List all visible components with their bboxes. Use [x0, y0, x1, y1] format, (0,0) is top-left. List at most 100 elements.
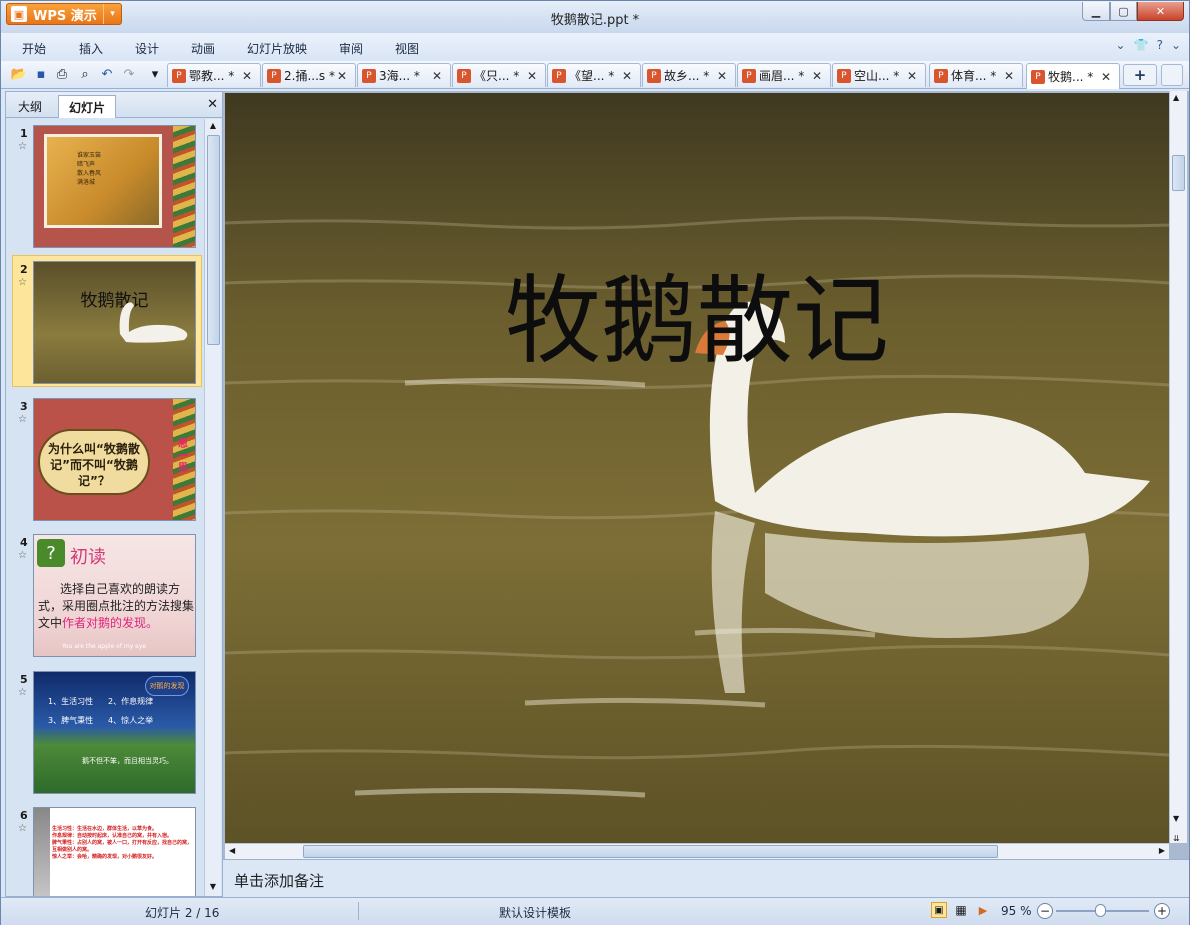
close-tab-icon[interactable]: ✕ — [432, 69, 446, 83]
redo-icon[interactable]: ↷ — [121, 66, 137, 82]
scroll-up-icon[interactable]: ▲ — [1173, 93, 1179, 102]
slide-number: 1 — [20, 127, 28, 140]
thumb-item: 4、惊人之举 — [108, 716, 154, 725]
collapse-ribbon-icon[interactable]: ⌄ — [1116, 38, 1126, 52]
notes-placeholder[interactable]: 单击添加备注 — [234, 870, 324, 891]
ppt-file-icon: P — [1031, 69, 1045, 84]
next-slide-icon[interactable]: ⇊ — [1173, 834, 1180, 843]
doc-tab-label: 故乡... — [664, 69, 700, 83]
modified-mark: * — [228, 69, 235, 83]
doc-tab-8[interactable]: P 空山... * ✕ — [832, 63, 926, 87]
vertical-scrollbar[interactable]: ▲ ▼ ⇊ — [1169, 91, 1187, 843]
zoom-slider-knob[interactable] — [1095, 904, 1106, 917]
close-tab-icon[interactable]: ✕ — [1004, 69, 1018, 83]
tab-slides[interactable]: 幻灯片 — [58, 95, 117, 118]
slide-number: 6 — [20, 809, 28, 822]
doc-tab-3[interactable]: P 3海... * ✕ — [357, 63, 451, 87]
thought-bubble-text: 为什么叫“牧鹅散记”而不叫“牧鹅记”？ — [38, 429, 150, 495]
help-icon[interactable]: ? — [1157, 38, 1163, 52]
doc-tab-label: 牧鹅... — [1048, 70, 1084, 84]
slideshow-icon[interactable]: ▶ — [975, 902, 991, 918]
slide-number: 3 — [20, 400, 28, 413]
transition-star-icon: ☆ — [18, 550, 27, 561]
zoom-in-button[interactable]: + — [1154, 903, 1170, 919]
minimize-button[interactable]: ▁ — [1082, 2, 1110, 21]
modified-mark: * — [798, 69, 805, 83]
zoom-out-button[interactable]: − — [1037, 903, 1053, 919]
print-icon[interactable]: ⎙ — [54, 66, 70, 82]
scroll-thumb[interactable] — [1172, 155, 1185, 191]
scroll-thumb[interactable] — [303, 845, 998, 858]
ppt-file-icon: P — [742, 68, 756, 83]
open-icon[interactable]: 📂 — [11, 66, 27, 82]
close-tab-icon[interactable]: ✕ — [812, 69, 826, 83]
ribbon-toggle-icon[interactable]: ⌄ — [1171, 38, 1181, 52]
doc-tab-2[interactable]: P 2.捅...s * ✕ — [262, 63, 356, 87]
status-bar: 幻灯片 2 / 16 默认设计模板 ▣ ▦ ▶ 95 % − + — [1, 897, 1189, 925]
new-tab-button[interactable]: + — [1123, 64, 1157, 86]
close-tab-icon[interactable]: ✕ — [527, 69, 541, 83]
undo-icon[interactable]: ↶ — [99, 66, 115, 82]
slide-indicator: 幻灯片 2 / 16 — [145, 906, 220, 920]
doc-tab-1[interactable]: P 鄂教... * ✕ — [167, 63, 261, 87]
scroll-thumb[interactable] — [207, 135, 220, 345]
template-name: 默认设计模板 — [499, 906, 572, 920]
doc-tab-10-active[interactable]: P 牧鹅... * ✕ — [1026, 63, 1120, 89]
doc-tab-4[interactable]: P 《只... * ✕ — [452, 63, 546, 87]
menu-review[interactable]: 审阅 — [339, 40, 363, 57]
menu-animation[interactable]: 动画 — [191, 40, 215, 57]
thumb-side-image — [34, 808, 50, 896]
doc-tab-6[interactable]: P 故乡... * ✕ — [642, 63, 736, 87]
close-tab-icon[interactable]: ✕ — [907, 69, 921, 83]
thumbnail-scrollbar[interactable]: ▲ ▼ — [204, 119, 221, 896]
maximize-button[interactable]: ▢ — [1110, 2, 1137, 21]
menu-design[interactable]: 设计 — [135, 40, 159, 57]
toolbar-menu-icon[interactable]: ▾ — [147, 66, 163, 82]
thumb-item: 1、生活习性 — [48, 697, 94, 706]
normal-view-icon[interactable]: ▣ — [931, 902, 947, 918]
tab-list-button[interactable] — [1161, 64, 1183, 86]
modified-mark: * — [413, 69, 420, 83]
scroll-left-icon[interactable]: ◀ — [229, 846, 235, 855]
thumb-line: 惊人之举：会哈，精确的发现，对小鹅很友好。 — [52, 854, 158, 860]
close-tab-icon[interactable]: ✕ — [1101, 70, 1115, 84]
modified-mark: * — [608, 69, 615, 83]
skin-icon[interactable]: 👕 — [1134, 38, 1149, 52]
close-tab-icon[interactable]: ✕ — [242, 69, 256, 83]
scroll-down-icon[interactable]: ▼ — [207, 882, 219, 894]
close-panel-icon[interactable]: ✕ — [207, 97, 218, 112]
slide-sorter-icon[interactable]: ▦ — [953, 902, 969, 918]
horizontal-scrollbar[interactable]: ◀ ▶ — [225, 843, 1169, 859]
ppt-file-icon: P — [267, 68, 281, 83]
slide-title[interactable]: 牧鹅散记 — [225, 243, 1169, 382]
menu-slideshow[interactable]: 幻灯片放映 — [247, 40, 307, 57]
poem-line: 暗飞声 — [77, 161, 96, 168]
zoom-level: 95 % — [1001, 904, 1032, 918]
save-icon[interactable]: ▪ — [33, 66, 49, 82]
current-slide[interactable]: 牧鹅散记 — [225, 93, 1169, 843]
doc-tab-5[interactable]: P 《望... * ✕ — [547, 63, 641, 87]
close-tab-icon[interactable]: ✕ — [622, 69, 636, 83]
doc-tab-label: 3海... — [379, 69, 411, 83]
print-preview-icon[interactable]: ⌕ — [77, 66, 93, 82]
ppt-file-icon: P — [647, 68, 661, 83]
thumb-image: 对鹅的发现 1、生活习性 2、作息规律 3、脾气秉性 4、惊人之举 鹅不但不笨，… — [33, 671, 196, 794]
close-tab-icon[interactable]: ✕ — [337, 69, 351, 83]
title-bar: ▣ WPS 演示 ▾ 牧鹅散记.ppt * ▁ ▢ ✕ — [1, 1, 1189, 33]
transition-star-icon: ☆ — [18, 277, 27, 288]
menu-start[interactable]: 开始 — [22, 40, 46, 57]
scroll-up-icon[interactable]: ▲ — [207, 121, 219, 133]
thumb-painting-frame: 谁家玉笛 暗飞声 散入春风 满洛城 — [44, 134, 162, 228]
thumb-image: 生活习性：生活在水边，群体生活，以草为食。 作息规律：自动按时起床，认准自己的窝… — [33, 807, 196, 896]
menu-insert[interactable]: 插入 — [79, 40, 103, 57]
doc-tab-7[interactable]: P 画眉... * ✕ — [737, 63, 831, 87]
transition-star-icon: ☆ — [18, 414, 27, 425]
notes-pane[interactable]: 单击添加备注 — [223, 859, 1189, 897]
tab-outline[interactable]: 大纲 — [8, 95, 52, 118]
close-button[interactable]: ✕ — [1137, 2, 1184, 21]
doc-tab-9[interactable]: P 体育... * ✕ — [929, 63, 1023, 87]
menu-view[interactable]: 视图 — [395, 40, 419, 57]
scroll-down-icon[interactable]: ▼ — [1173, 814, 1179, 823]
close-tab-icon[interactable]: ✕ — [717, 69, 731, 83]
scroll-right-icon[interactable]: ▶ — [1159, 846, 1165, 855]
